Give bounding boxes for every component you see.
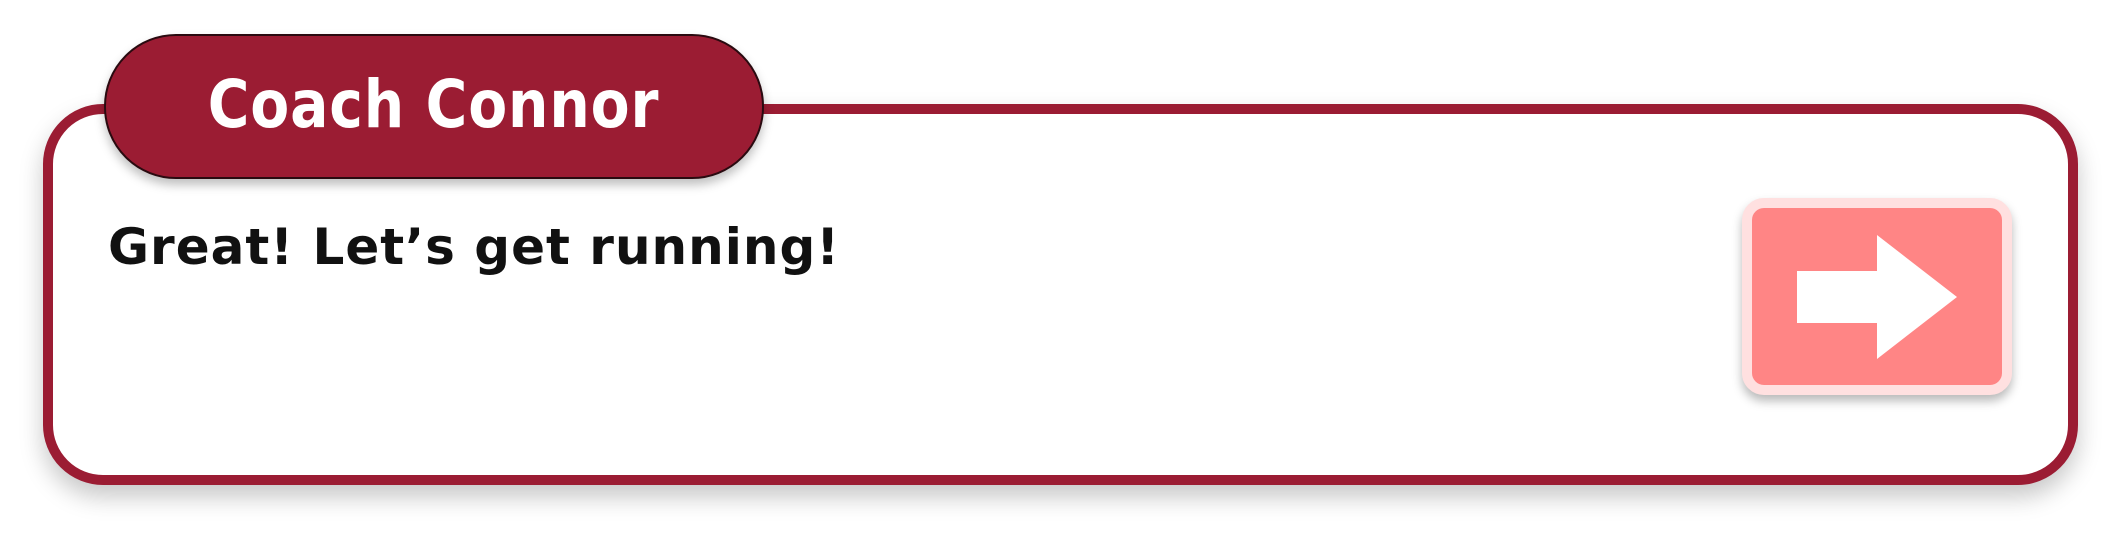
speaker-name: Coach Connor xyxy=(208,66,660,143)
dialog-message: Great! Let’s get running! xyxy=(108,218,841,276)
speaker-name-tab: Coach Connor xyxy=(104,34,764,179)
dialog-scene: Coach Connor Great! Let’s get running! xyxy=(0,0,2119,539)
next-button[interactable] xyxy=(1742,198,2012,395)
arrow-right-icon xyxy=(1797,234,1957,359)
